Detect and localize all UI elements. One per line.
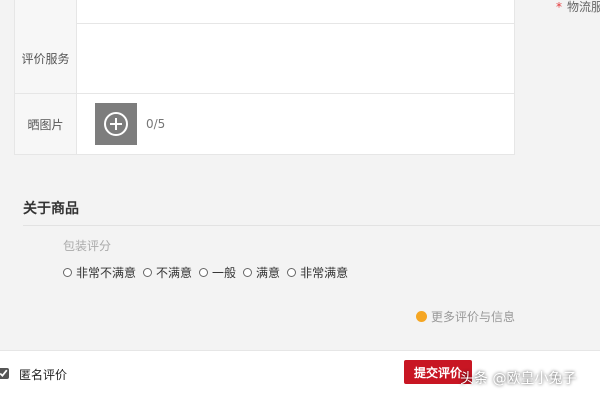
photos-label: 晒图片	[15, 94, 77, 154]
packaging-rating-options: 非常不满意 不满意 一般 满意 非常满意	[63, 264, 348, 281]
upload-photo-button[interactable]	[95, 103, 137, 145]
review-form-table: 评价服务 晒图片 0/5	[14, 0, 515, 155]
watermark: 头条 @欧皇小兔子	[460, 371, 577, 387]
rating-option-neutral[interactable]: 一般	[199, 264, 236, 281]
service-label: 评价服务	[15, 23, 77, 93]
rating-option-label: 非常满意	[300, 266, 349, 280]
form-row-photos: 晒图片 0/5	[15, 94, 514, 154]
rating-option-label: 满意	[256, 266, 281, 280]
more-reviews-label: 更多评价与信息	[431, 310, 516, 324]
row-label-cell	[15, 0, 77, 23]
anonymous-checkbox[interactable]	[0, 368, 9, 379]
rating-option-label: 非常不满意	[76, 266, 137, 280]
radio-button[interactable]	[243, 268, 253, 277]
logistics-note-text: 物流服	[567, 0, 600, 14]
form-row-service: 评价服务	[15, 23, 514, 94]
section-divider	[23, 225, 600, 226]
rating-option-label: 一般	[212, 266, 237, 280]
radio-button[interactable]	[143, 268, 153, 277]
more-reviews-link[interactable]: 更多评价与信息	[416, 308, 515, 325]
rating-option-very-satisfied[interactable]: 非常满意	[287, 264, 348, 281]
logistics-note: * 物流服	[556, 0, 600, 15]
info-dot-icon	[416, 311, 427, 322]
required-mark: *	[556, 0, 562, 14]
packaging-rating-label: 包装评分	[63, 239, 112, 253]
radio-button[interactable]	[287, 268, 297, 277]
radio-button[interactable]	[199, 268, 209, 277]
anonymous-label: 匿名评价	[19, 368, 68, 382]
photo-count: 0/5	[146, 117, 166, 131]
form-row-top	[15, 0, 514, 24]
add-circle-icon	[104, 112, 128, 136]
rating-option-very-dissatisfied[interactable]: 非常不满意	[63, 264, 136, 281]
section-title: 关于商品	[23, 201, 79, 217]
rating-option-label: 不满意	[156, 266, 193, 280]
rating-option-satisfied[interactable]: 满意	[243, 264, 280, 281]
radio-button[interactable]	[63, 268, 72, 277]
rating-option-dissatisfied[interactable]: 不满意	[143, 264, 192, 281]
